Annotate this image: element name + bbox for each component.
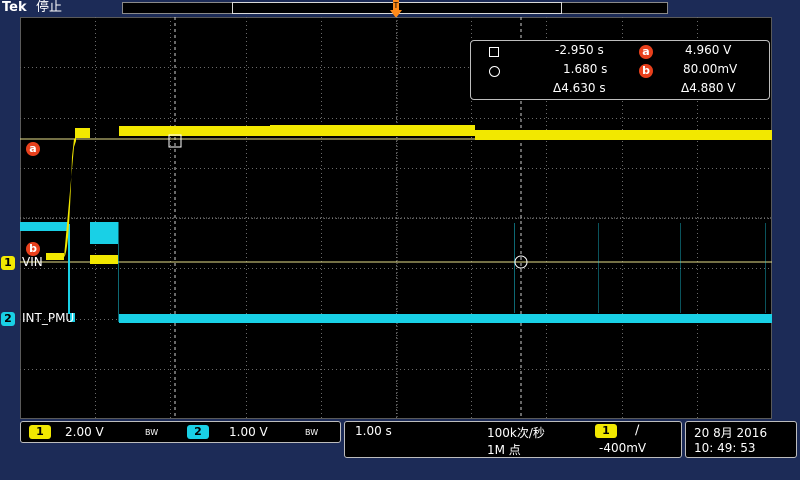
trigger-slope-icon: ∕ xyxy=(635,423,640,438)
ch1-trace xyxy=(46,125,772,264)
cursor-b-badge: b xyxy=(639,64,653,78)
ref-b-marker[interactable]: b xyxy=(26,242,40,256)
cursor-b-value: 80.00mV xyxy=(683,62,738,76)
ch2-bw-limit-icon: BW xyxy=(305,428,319,437)
ch2-trace-label: INT_PMU xyxy=(22,311,75,325)
horizontal-scale: 1.00 s xyxy=(355,424,392,438)
cursor-a-value: 4.960 V xyxy=(685,43,732,57)
ch1-chip[interactable]: 1 xyxy=(29,425,51,439)
sample-rate: 100k次/秒 xyxy=(487,426,545,440)
brand-logo: Tek xyxy=(2,0,27,15)
acquisition-status: 停止 xyxy=(36,0,63,15)
top-status-bar: Tek 停止 T xyxy=(0,0,800,18)
record-length: 1M 点 xyxy=(487,443,521,457)
datetime-panel[interactable]: 20 8月 2016 10: 49: 53 xyxy=(685,421,797,458)
delta-voltage: Δ4.880 V xyxy=(681,81,736,95)
ch1-trace-label: VIN xyxy=(22,255,43,269)
ch1-ground-marker[interactable]: 1 xyxy=(1,256,15,270)
trigger-source-chip[interactable]: 1 xyxy=(595,424,617,438)
trigger-level: -400mV xyxy=(599,441,647,455)
ch2-chip[interactable]: 2 xyxy=(187,425,209,439)
date-display: 20 8月 2016 xyxy=(694,426,768,440)
ch2-scale: 1.00 V xyxy=(229,425,268,439)
ch1-scale: 2.00 V xyxy=(65,425,104,439)
ref-a-marker[interactable]: a xyxy=(26,142,40,156)
channel-scale-panel[interactable]: 1 2.00 V BW 2 1.00 V BW xyxy=(20,421,341,443)
cursor-2-circle-icon xyxy=(489,66,500,77)
delta-time: Δ4.630 s xyxy=(553,81,606,95)
ch2-ground-marker[interactable]: 2 xyxy=(1,312,15,326)
cursor-1-time: -2.950 s xyxy=(555,43,604,57)
timebase-trigger-panel[interactable]: 1.00 s 100k次/秒 1M 点 1 ∕ -400mV xyxy=(344,421,682,458)
ch1-bw-limit-icon: BW xyxy=(145,428,159,437)
time-display: 10: 49: 53 xyxy=(694,441,756,455)
svg-text:T: T xyxy=(393,1,399,10)
cursor-2-time: 1.680 s xyxy=(563,62,608,76)
cursor-1-square-icon xyxy=(489,47,499,57)
oscilloscope-screen: Tek 停止 T -2.950 s a 4.960 V 1.680 s b 80… xyxy=(0,0,800,480)
cursor-a-badge: a xyxy=(639,45,653,59)
cursor-readout-panel[interactable]: -2.950 s a 4.960 V 1.680 s b 80.00mV Δ4.… xyxy=(470,40,770,100)
